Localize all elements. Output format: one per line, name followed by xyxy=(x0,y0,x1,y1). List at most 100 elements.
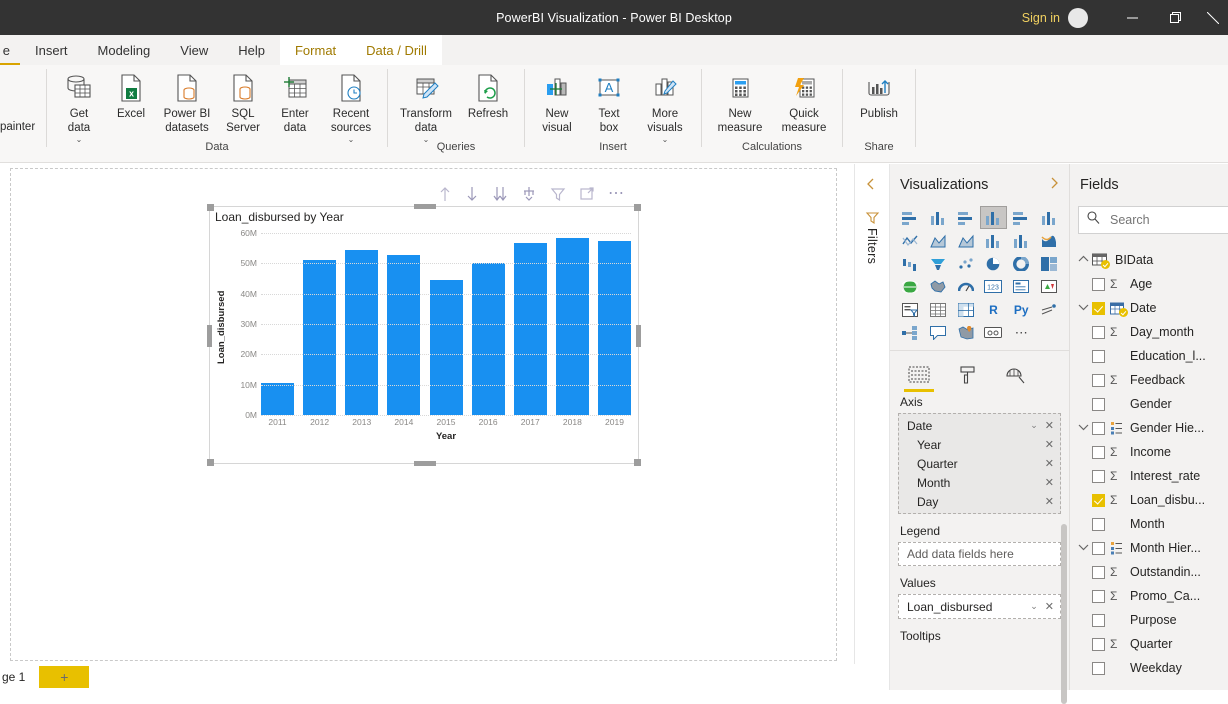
field-row[interactable]: Σ Income xyxy=(1070,440,1228,464)
new-visual-button[interactable]: New visual xyxy=(531,65,583,135)
well-item[interactable]: Quarter ✕ xyxy=(899,454,1060,473)
bar[interactable] xyxy=(555,237,589,415)
field-checkbox[interactable] xyxy=(1092,397,1105,411)
field-row[interactable]: Σ Loan_disbu... xyxy=(1070,488,1228,512)
sql-server-button[interactable]: SQL Server xyxy=(217,65,269,135)
well-item[interactable]: Date ⌄ ✕ xyxy=(899,416,1060,435)
tab-view[interactable]: View xyxy=(165,35,223,65)
kpi-icon[interactable] xyxy=(1035,275,1063,298)
resize-handle-sw[interactable] xyxy=(207,459,214,466)
clustered-column-chart-icon[interactable] xyxy=(979,206,1008,229)
drill-down-arrow-icon[interactable] xyxy=(465,186,479,202)
multi-row-card-icon[interactable] xyxy=(1007,275,1035,298)
chevron-down-icon[interactable]: ⌄ xyxy=(1030,420,1038,431)
chevron-down-icon[interactable] xyxy=(1074,543,1092,553)
field-row[interactable]: Σ Age xyxy=(1070,272,1228,296)
field-row[interactable]: Education_l... xyxy=(1070,344,1228,368)
resize-handle-se[interactable] xyxy=(634,459,641,466)
field-row[interactable]: Purpose xyxy=(1070,608,1228,632)
expand-all-down-icon[interactable] xyxy=(492,186,508,202)
treemap-icon[interactable] xyxy=(1035,252,1063,275)
funnel-chart-icon[interactable] xyxy=(924,252,952,275)
drill-mode-icon[interactable] xyxy=(521,186,537,202)
decomposition-tree-icon[interactable] xyxy=(896,321,924,344)
remove-field-icon[interactable]: ✕ xyxy=(1045,419,1054,432)
filled-map-icon[interactable] xyxy=(924,275,952,298)
field-checkbox[interactable] xyxy=(1092,493,1105,507)
chevron-down-icon[interactable] xyxy=(1074,423,1092,433)
remove-field-icon[interactable]: ✕ xyxy=(1045,600,1054,613)
field-row[interactable]: Weekday xyxy=(1070,656,1228,680)
field-row[interactable]: Σ Day_month xyxy=(1070,320,1228,344)
visualizations-pane-scrollbar[interactable] xyxy=(1061,524,1067,704)
resize-handle-ne[interactable] xyxy=(634,204,641,211)
resize-handle-n[interactable] xyxy=(414,204,436,209)
donut-chart-icon[interactable] xyxy=(1007,252,1035,275)
pie-chart-icon[interactable] xyxy=(980,252,1008,275)
resize-handle-e[interactable] xyxy=(636,325,641,347)
new-measure-button[interactable]: New measure xyxy=(708,65,772,135)
bar[interactable] xyxy=(303,260,337,415)
field-row[interactable]: Σ Outstandin... xyxy=(1070,560,1228,584)
bar-chart-visual[interactable]: Loan_disbursed by Year Loan_disbursed 60… xyxy=(207,204,641,466)
field-row[interactable]: Σ Promo_Ca... xyxy=(1070,584,1228,608)
remove-field-icon[interactable]: ✕ xyxy=(1045,457,1054,470)
format-paint-roller-icon[interactable] xyxy=(952,361,982,389)
slicer-icon[interactable] xyxy=(896,298,924,321)
scatter-chart-icon[interactable] xyxy=(952,252,980,275)
field-checkbox[interactable] xyxy=(1092,661,1105,675)
well-item[interactable]: Day ✕ xyxy=(899,492,1060,511)
excel-button[interactable]: x Excel xyxy=(105,65,157,122)
well-legend[interactable]: Add data fields here xyxy=(898,542,1061,566)
filter-funnel-icon[interactable] xyxy=(550,186,566,202)
line-stacked-column-icon[interactable] xyxy=(980,229,1008,252)
field-checkbox[interactable] xyxy=(1092,325,1105,339)
resize-handle-w[interactable] xyxy=(207,325,212,347)
fields-table-node[interactable]: BIData xyxy=(1070,248,1228,272)
gauge-icon[interactable] xyxy=(952,275,980,298)
field-checkbox[interactable] xyxy=(1092,349,1105,363)
bar[interactable] xyxy=(387,255,421,415)
clustered-bar-chart-icon[interactable] xyxy=(952,206,980,229)
table-icon[interactable] xyxy=(924,298,952,321)
line-chart-icon[interactable] xyxy=(896,229,924,252)
field-row[interactable]: Gender xyxy=(1070,392,1228,416)
field-checkbox[interactable] xyxy=(1092,613,1105,627)
minimize-icon[interactable] xyxy=(1110,0,1154,35)
field-row[interactable]: Σ Quarter xyxy=(1070,632,1228,656)
publish-button[interactable]: Publish xyxy=(849,65,909,122)
search-box[interactable] xyxy=(1078,206,1228,234)
paginated-report-icon[interactable] xyxy=(980,321,1008,344)
stacked-column-chart-icon[interactable] xyxy=(924,206,952,229)
tab-insert[interactable]: Insert xyxy=(20,35,83,65)
chevron-right-icon[interactable] xyxy=(1049,177,1059,192)
r-script-visual-icon[interactable]: R xyxy=(980,298,1008,321)
bar[interactable] xyxy=(429,280,463,415)
field-checkbox[interactable] xyxy=(1092,517,1105,531)
sign-in-link[interactable]: Sign in xyxy=(1022,11,1060,25)
refresh-button[interactable]: Refresh xyxy=(458,65,518,122)
field-checkbox[interactable] xyxy=(1092,541,1105,555)
field-checkbox[interactable] xyxy=(1092,373,1105,387)
recent-sources-button[interactable]: Recent sources ⌄ xyxy=(321,65,381,145)
bar[interactable] xyxy=(513,243,547,415)
field-checkbox[interactable] xyxy=(1092,589,1105,603)
field-checkbox[interactable] xyxy=(1092,445,1105,459)
field-row[interactable]: Σ Feedback xyxy=(1070,368,1228,392)
search-input[interactable] xyxy=(1108,212,1228,228)
map-icon[interactable] xyxy=(896,275,924,298)
bar[interactable] xyxy=(471,263,505,415)
restore-icon[interactable] xyxy=(1154,0,1198,35)
chevron-up-icon[interactable] xyxy=(1074,255,1092,265)
field-checkbox[interactable] xyxy=(1092,421,1105,435)
enter-data-button[interactable]: Enter data xyxy=(269,65,321,135)
drill-up-arrow-icon[interactable] xyxy=(438,186,452,202)
python-visual-icon[interactable]: Py xyxy=(1007,298,1035,321)
field-checkbox[interactable] xyxy=(1092,277,1105,291)
resize-handle-s[interactable] xyxy=(414,461,436,466)
well-axis[interactable]: Date ⌄ ✕ Year ✕ Quarter ✕ Month ✕ Day ✕ xyxy=(898,413,1061,514)
focus-mode-icon[interactable] xyxy=(579,186,595,202)
stacked-area-chart-icon[interactable] xyxy=(952,229,980,252)
remove-field-icon[interactable]: ✕ xyxy=(1045,476,1054,489)
tab-format[interactable]: Format xyxy=(279,35,352,65)
